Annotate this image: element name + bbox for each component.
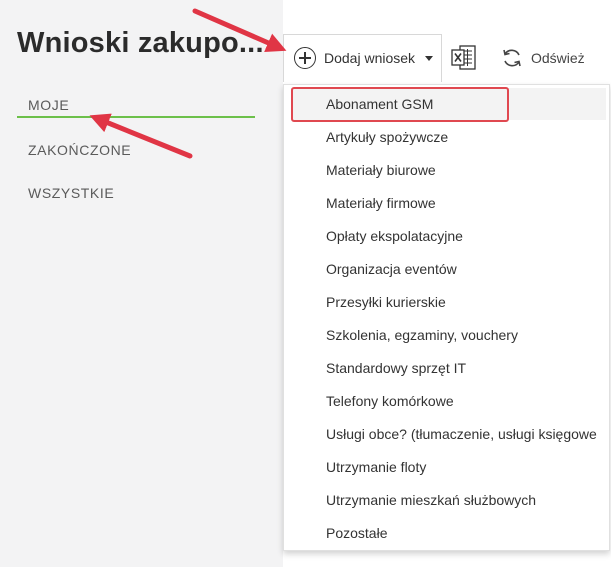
add-request-button[interactable]: Dodaj wniosek [283, 34, 442, 82]
add-request-dropdown: Abonament GSM Artykuły spożywcze Materia… [283, 84, 610, 551]
dropdown-item-utrzymanie-mieszkan[interactable]: Utrzymanie mieszkań służbowych [291, 484, 606, 516]
refresh-icon[interactable] [501, 47, 523, 69]
nav-tab-wszystkie[interactable]: WSZYSTKIE [28, 185, 114, 201]
excel-icon[interactable] [451, 45, 477, 70]
dropdown-item-sprzet-it[interactable]: Standardowy sprzęt IT [291, 352, 606, 384]
dropdown-item-uslugi-obce[interactable]: Usługi obce? (tłumaczenie, usługi księgo… [291, 418, 606, 450]
chevron-down-icon [425, 56, 433, 61]
dropdown-item-organizacja-eventow[interactable]: Organizacja eventów [291, 253, 606, 285]
highlight-annotation-box [291, 87, 509, 122]
dropdown-item-oplaty-eksploatacyjne[interactable]: Opłaty ekspolatacyjne [291, 220, 606, 252]
refresh-label[interactable]: Odśwież [531, 50, 585, 66]
dropdown-item-przesylki-kurierskie[interactable]: Przesyłki kurierskie [291, 286, 606, 318]
plus-circle-icon [294, 47, 316, 69]
dropdown-item-materialy-biurowe[interactable]: Materiały biurowe [291, 154, 606, 186]
dropdown-item-telefony-komorkowe[interactable]: Telefony komórkowe [291, 385, 606, 417]
dropdown-item-szkolenia[interactable]: Szkolenia, egzaminy, vouchery [291, 319, 606, 351]
nav-tab-moje[interactable]: MOJE [28, 97, 69, 113]
dropdown-item-artykuly-spozywcze[interactable]: Artykuły spożywcze [291, 121, 606, 153]
add-request-label: Dodaj wniosek [324, 50, 416, 66]
left-panel [0, 0, 283, 567]
dropdown-item-utrzymanie-floty[interactable]: Utrzymanie floty [291, 451, 606, 483]
dropdown-item-pozostale[interactable]: Pozostałe [291, 517, 606, 549]
page-title: Wnioski zakupo... [17, 27, 264, 59]
nav-active-underline [17, 116, 255, 118]
dropdown-item-materialy-firmowe[interactable]: Materiały firmowe [291, 187, 606, 219]
nav-tab-zakonczone[interactable]: ZAKOŃCZONE [28, 142, 131, 158]
